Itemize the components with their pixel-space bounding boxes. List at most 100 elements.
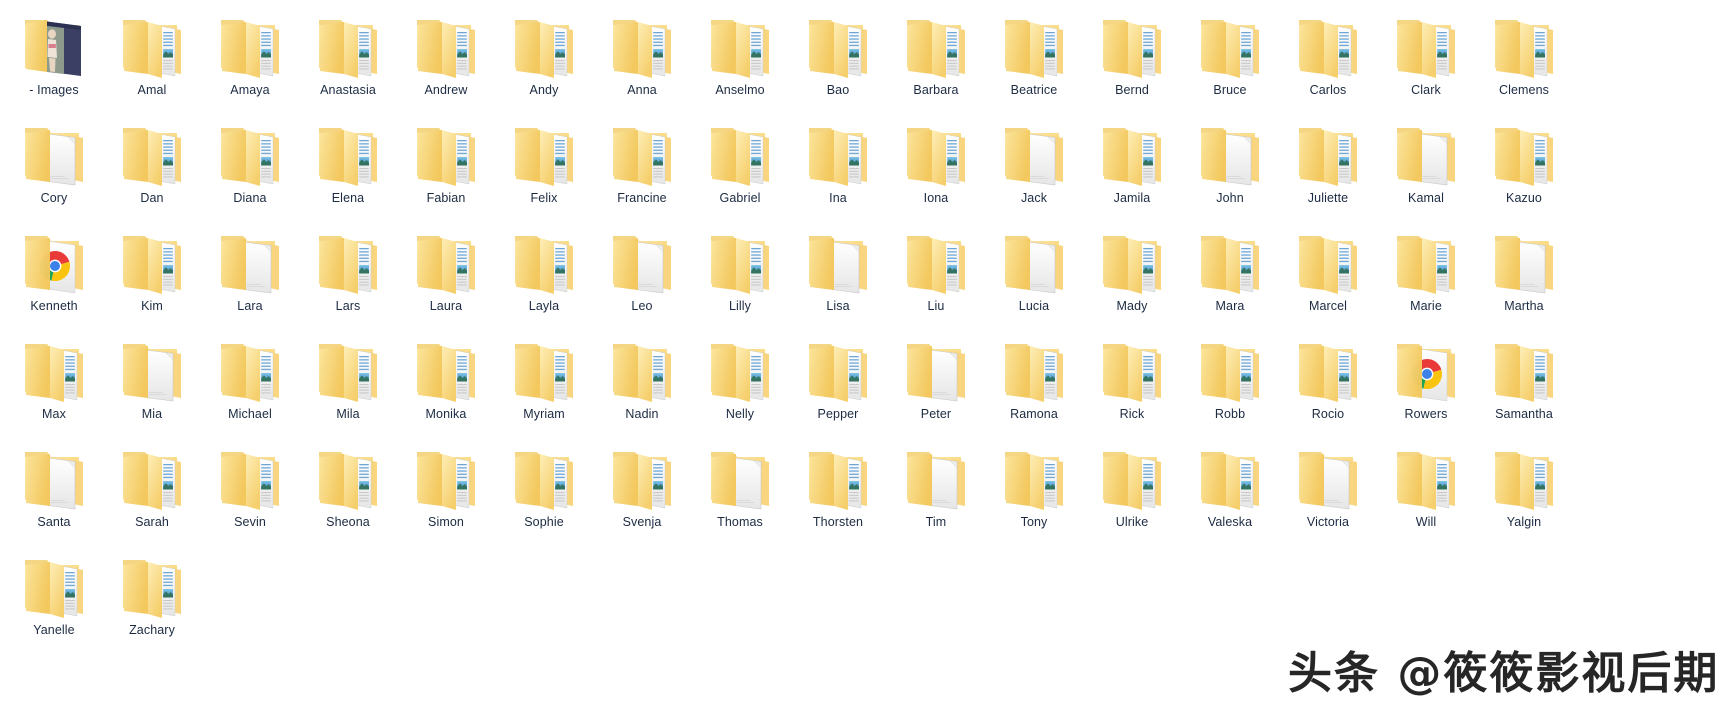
folder-item[interactable]: Pepper — [789, 332, 887, 436]
folder-item[interactable]: Clark — [1377, 8, 1475, 112]
folder-with-document-preview-icon[interactable] — [17, 548, 91, 622]
folder-with-document-preview-icon[interactable] — [1487, 116, 1561, 190]
folder-item[interactable]: Myriam — [495, 332, 593, 436]
folder-with-document-preview-icon[interactable] — [311, 8, 385, 82]
folder-with-document-preview-icon[interactable] — [115, 440, 189, 514]
folder-item[interactable]: Fabian — [397, 116, 495, 220]
folder-with-document-preview-icon[interactable] — [605, 332, 679, 406]
folder-with-document-preview-icon[interactable] — [1487, 8, 1561, 82]
folder-with-blank-page-icon[interactable] — [899, 332, 973, 406]
folder-item[interactable]: Michael — [201, 332, 299, 436]
folder-item[interactable]: Anna — [593, 8, 691, 112]
folder-item[interactable]: Rowers — [1377, 332, 1475, 436]
folder-item[interactable]: Amal — [103, 8, 201, 112]
folder-with-document-preview-icon[interactable] — [997, 440, 1071, 514]
folder-with-document-preview-icon[interactable] — [1193, 332, 1267, 406]
folder-item[interactable]: Max — [5, 332, 103, 436]
folder-with-document-preview-icon[interactable] — [1291, 332, 1365, 406]
folder-with-document-preview-icon[interactable] — [409, 224, 483, 298]
folder-with-document-preview-icon[interactable] — [703, 8, 777, 82]
folder-item[interactable]: Santa — [5, 440, 103, 544]
folder-item[interactable]: Barbara — [887, 8, 985, 112]
folder-with-document-preview-icon[interactable] — [1291, 116, 1365, 190]
folder-with-photo-preview-icon[interactable] — [17, 8, 91, 82]
folder-item[interactable]: Beatrice — [985, 8, 1083, 112]
folder-item[interactable]: - Images — [5, 8, 103, 112]
folder-with-document-preview-icon[interactable] — [1487, 440, 1561, 514]
folder-item[interactable]: Victoria — [1279, 440, 1377, 544]
folder-item[interactable]: Simon — [397, 440, 495, 544]
folder-item[interactable]: Amaya — [201, 8, 299, 112]
folder-with-document-preview-icon[interactable] — [311, 332, 385, 406]
folder-with-document-preview-icon[interactable] — [409, 116, 483, 190]
folder-with-document-preview-icon[interactable] — [605, 116, 679, 190]
folder-item[interactable]: Cory — [5, 116, 103, 220]
folder-with-document-preview-icon[interactable] — [703, 332, 777, 406]
folder-with-document-preview-icon[interactable] — [801, 332, 875, 406]
folder-item[interactable]: Juliette — [1279, 116, 1377, 220]
folder-with-document-preview-icon[interactable] — [801, 440, 875, 514]
folder-item[interactable]: Ramona — [985, 332, 1083, 436]
folder-item[interactable]: Zachary — [103, 548, 201, 652]
folder-with-document-preview-icon[interactable] — [1095, 332, 1169, 406]
folder-item[interactable]: Liu — [887, 224, 985, 328]
folder-item[interactable]: Dan — [103, 116, 201, 220]
folder-with-chrome-logo-icon[interactable] — [17, 224, 91, 298]
folder-with-document-preview-icon[interactable] — [997, 8, 1071, 82]
folder-with-blank-page-icon[interactable] — [1291, 440, 1365, 514]
folder-item[interactable]: Bruce — [1181, 8, 1279, 112]
folder-item[interactable]: Clemens — [1475, 8, 1573, 112]
folder-item[interactable]: Svenja — [593, 440, 691, 544]
folder-with-document-preview-icon[interactable] — [115, 548, 189, 622]
folder-item[interactable]: Martha — [1475, 224, 1573, 328]
folder-item[interactable]: Marie — [1377, 224, 1475, 328]
folder-item[interactable]: Layla — [495, 224, 593, 328]
folder-item[interactable]: Jack — [985, 116, 1083, 220]
folder-with-document-preview-icon[interactable] — [1291, 224, 1365, 298]
folder-item[interactable]: Anastasia — [299, 8, 397, 112]
folder-item[interactable]: Yalgin — [1475, 440, 1573, 544]
folder-with-document-preview-icon[interactable] — [507, 116, 581, 190]
folder-item[interactable]: Lara — [201, 224, 299, 328]
folder-with-document-preview-icon[interactable] — [409, 440, 483, 514]
folder-item[interactable]: Iona — [887, 116, 985, 220]
folder-with-document-preview-icon[interactable] — [1389, 8, 1463, 82]
folder-with-document-preview-icon[interactable] — [605, 440, 679, 514]
folder-with-document-preview-icon[interactable] — [507, 332, 581, 406]
folder-with-document-preview-icon[interactable] — [115, 116, 189, 190]
folder-with-document-preview-icon[interactable] — [507, 8, 581, 82]
folder-with-document-preview-icon[interactable] — [311, 224, 385, 298]
folder-with-document-preview-icon[interactable] — [1095, 116, 1169, 190]
folder-item[interactable]: Mila — [299, 332, 397, 436]
folder-item[interactable]: Kazuo — [1475, 116, 1573, 220]
folder-item[interactable]: Elena — [299, 116, 397, 220]
folder-item[interactable]: Samantha — [1475, 332, 1573, 436]
folder-item[interactable]: Robb — [1181, 332, 1279, 436]
folder-item[interactable]: Nelly — [691, 332, 789, 436]
folder-item[interactable]: Lisa — [789, 224, 887, 328]
folder-item[interactable]: Kim — [103, 224, 201, 328]
folder-with-document-preview-icon[interactable] — [703, 116, 777, 190]
folder-with-document-preview-icon[interactable] — [409, 8, 483, 82]
folder-item[interactable]: Peter — [887, 332, 985, 436]
folder-item[interactable]: Sevin — [201, 440, 299, 544]
folder-with-document-preview-icon[interactable] — [899, 8, 973, 82]
folder-item[interactable]: Nadin — [593, 332, 691, 436]
folder-with-document-preview-icon[interactable] — [213, 116, 287, 190]
folder-item[interactable]: Andy — [495, 8, 593, 112]
folder-item[interactable]: Lilly — [691, 224, 789, 328]
folder-with-blank-page-icon[interactable] — [899, 440, 973, 514]
folder-with-blank-page-icon[interactable] — [703, 440, 777, 514]
folder-with-document-preview-icon[interactable] — [213, 8, 287, 82]
folder-item[interactable]: Mara — [1181, 224, 1279, 328]
folder-item[interactable]: Leo — [593, 224, 691, 328]
folder-item[interactable]: Kenneth — [5, 224, 103, 328]
folder-item[interactable]: Yanelle — [5, 548, 103, 652]
folder-with-document-preview-icon[interactable] — [1095, 8, 1169, 82]
folder-with-document-preview-icon[interactable] — [1487, 332, 1561, 406]
folder-with-blank-page-icon[interactable] — [997, 116, 1071, 190]
folder-item[interactable]: Diana — [201, 116, 299, 220]
folder-with-chrome-logo-icon[interactable] — [1389, 332, 1463, 406]
folder-with-document-preview-icon[interactable] — [507, 440, 581, 514]
folder-with-document-preview-icon[interactable] — [507, 224, 581, 298]
